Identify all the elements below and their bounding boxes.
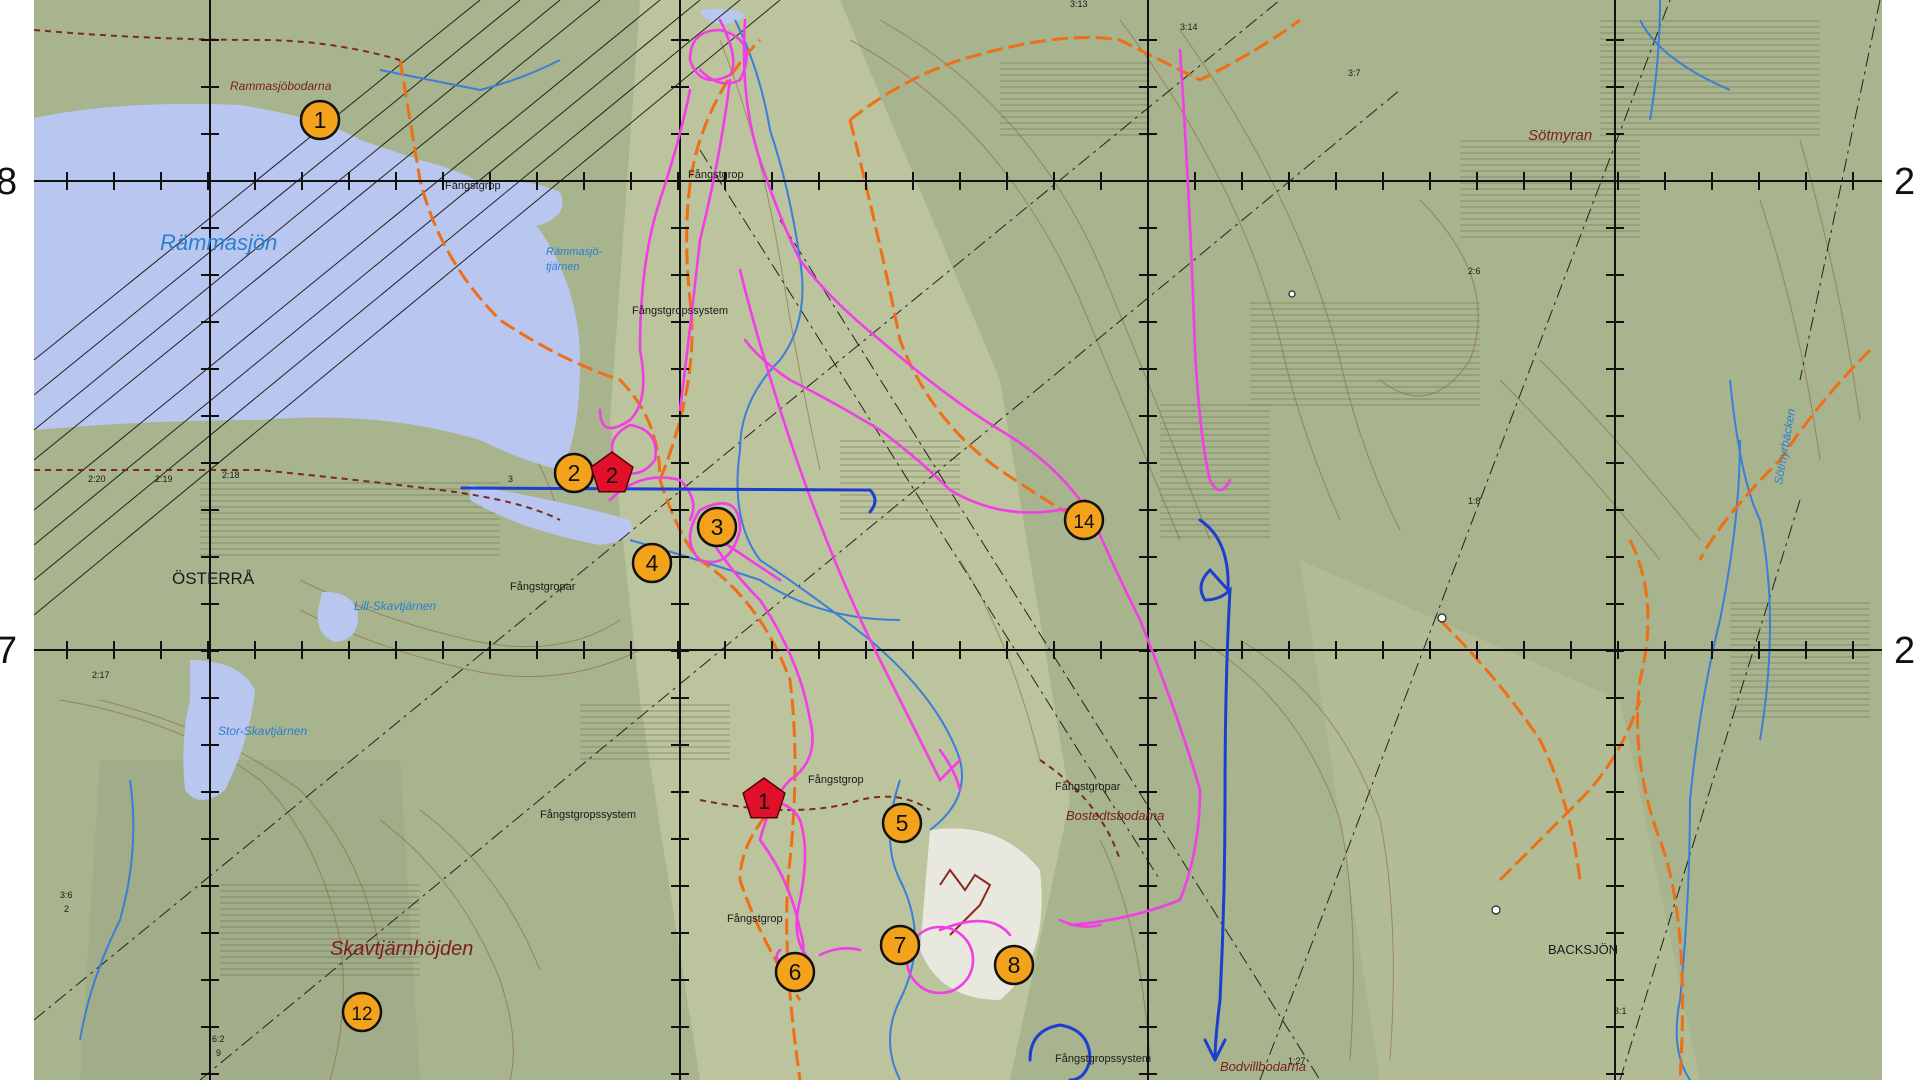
parcel-label: 1:8 xyxy=(1468,496,1481,506)
place-label-bostedtsbodarna: Bostedtsbodarna xyxy=(1066,808,1164,823)
control-marker-label: 12 xyxy=(351,1004,372,1025)
place-label-backsjon: BACKSJÖN xyxy=(1548,942,1618,957)
control-marker-label: 1 xyxy=(314,107,327,133)
parcel-label: 3:14 xyxy=(1180,22,1198,32)
marsh-area xyxy=(1160,400,1270,540)
feature-label-fangstgropar: Fångstgropar xyxy=(1055,781,1121,793)
parcel-label: 2:17 xyxy=(92,670,110,680)
control-marker-label: 7 xyxy=(894,932,907,958)
parcel-label: 6:2 xyxy=(212,1034,225,1044)
feature-label-fangstgropssystem: Fångstgropssystem xyxy=(632,305,728,317)
parcel-label: 3 xyxy=(508,474,513,484)
feature-label-fangstgrop: Fångstgrop xyxy=(808,774,864,786)
grid-edge-label-right-top: 2 xyxy=(1894,161,1915,203)
feature-label-fangstgropssystem: Fångstgropssystem xyxy=(1055,1053,1151,1065)
marsh-area xyxy=(220,880,420,980)
marsh-area xyxy=(1250,300,1480,410)
feature-label-fangstgropssystem: Fångstgropssystem xyxy=(540,809,636,821)
control-marker-label: 4 xyxy=(646,550,659,576)
parcel-label: 2:18 xyxy=(222,470,240,480)
parcel-label: 3:1 xyxy=(1614,1006,1627,1016)
parcel-label: 2 xyxy=(64,904,69,914)
control-marker-8[interactable]: 8 xyxy=(993,944,1035,986)
parcel-label: 3:7 xyxy=(1348,68,1361,78)
lake-label-stor-skavtjarnen: Stor-Skavtjärnen xyxy=(218,724,307,738)
control-marker-label: 5 xyxy=(896,810,909,836)
control-marker-label: 2 xyxy=(568,460,581,486)
control-marker-2[interactable]: 2 xyxy=(553,452,595,494)
control-marker-4[interactable]: 4 xyxy=(631,542,673,584)
control-marker-5[interactable]: 5 xyxy=(881,802,923,844)
feature-label-fangstgropar: Fångstgropar xyxy=(510,581,576,593)
grid-edge-label-left-top: 8 xyxy=(0,161,17,203)
parcel-label: 2:20 xyxy=(88,474,106,484)
place-label-osterra: ÖSTERRÅ xyxy=(172,569,255,588)
grid-edge-label-left-bottom: 7 xyxy=(0,630,17,672)
start-marker-label: 1 xyxy=(758,789,770,814)
place-label-rammasjobodarna: Rammasjöbodarna xyxy=(230,79,332,93)
control-marker-label: 6 xyxy=(789,959,802,985)
control-marker-12[interactable]: 12 xyxy=(341,991,383,1033)
place-label-skavtjarnhojden: Skavtjärnhöjden xyxy=(330,938,473,960)
place-label-sotmyran: Sötmyran xyxy=(1528,127,1592,144)
marsh-area xyxy=(1460,140,1640,240)
feature-label-fangstgrop: Fångstgrop xyxy=(727,913,783,925)
parcel-label: 9 xyxy=(216,1048,221,1058)
control-marker-label: 14 xyxy=(1073,512,1095,533)
parcel-label: 3:6 xyxy=(60,890,73,900)
marsh-area xyxy=(580,700,730,760)
control-marker-label: 8 xyxy=(1008,952,1021,978)
lake-label-rammasjotjarnen-2: tjärnen xyxy=(546,261,580,273)
start-marker-label: 2 xyxy=(606,463,618,488)
lake-label-rammasjotjarnen-1: Rämmasjö- xyxy=(546,246,603,258)
lake-label-rammasjon: Rämmasjön xyxy=(160,230,277,255)
parcel-label: 2:19 xyxy=(155,474,173,484)
grid-edge-label-right-bottom: 2 xyxy=(1894,630,1915,672)
marsh-area xyxy=(840,440,960,520)
parcel-label: 3:13 xyxy=(1070,0,1088,9)
control-marker-7[interactable]: 7 xyxy=(879,924,921,966)
control-marker-label: 3 xyxy=(711,514,724,540)
marsh-area xyxy=(1730,600,1870,720)
orienteering-map[interactable]: 123456781214 12 Rammasjöbodarna Sötmyran… xyxy=(0,0,1920,1080)
lake-label-lill-skavtjarnen: Lill-Skavtjärnen xyxy=(354,599,436,613)
control-marker-3[interactable]: 3 xyxy=(696,506,738,548)
feature-label-fangstgrop: Fångstgrop xyxy=(688,169,744,181)
control-marker-14[interactable]: 14 xyxy=(1063,499,1105,541)
parcel-label: 2:6 xyxy=(1468,266,1481,276)
feature-label-fangstgrop: Fångstgrop xyxy=(445,180,501,192)
marsh-area xyxy=(1000,60,1150,140)
control-marker-6[interactable]: 6 xyxy=(774,951,816,993)
control-marker-1[interactable]: 1 xyxy=(299,99,341,141)
parcel-label: 1:27 xyxy=(1288,1056,1306,1066)
